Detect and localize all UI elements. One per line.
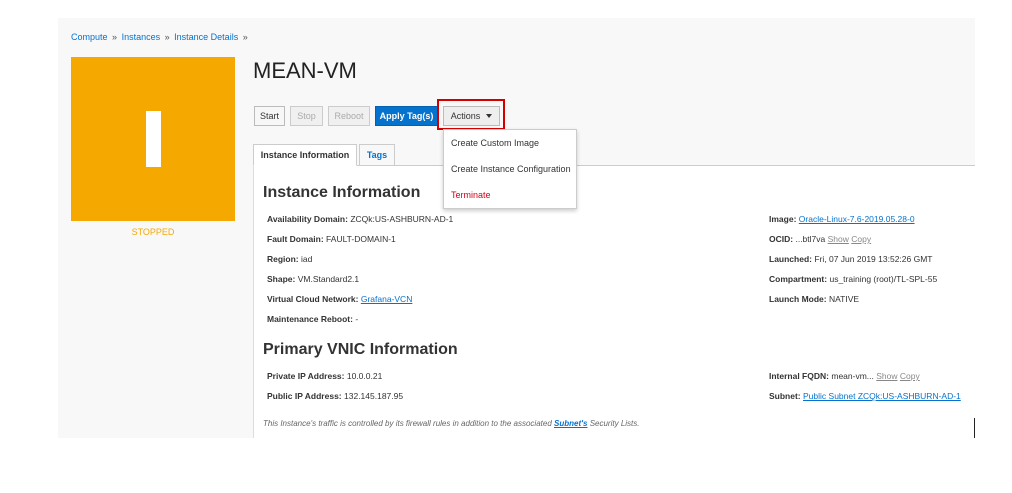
private-ip-row: Private IP Address: 10.0.0.21 (267, 371, 382, 381)
field-label: Virtual Cloud Network: (267, 294, 359, 304)
image-link[interactable]: Oracle-Linux-7.6-2019.05.28-0 (799, 214, 915, 224)
primary-vnic-heading: Primary VNIC Information (263, 341, 458, 358)
field-label: Internal FQDN: (769, 371, 829, 381)
field-label: Compartment: (769, 274, 828, 284)
image-row: Image: Oracle-Linux-7.6-2019.05.28-0 (769, 214, 915, 224)
field-value: ZCQk:US-ASHBURN-AD-1 (350, 214, 454, 224)
instance-status-tile (71, 57, 235, 221)
breadcrumb-compute[interactable]: Compute (71, 32, 108, 42)
highlight-box (437, 99, 505, 130)
shape-row: Shape: VM.Standard2.1 (267, 274, 359, 284)
field-label: Region: (267, 254, 299, 264)
ocid-show-link[interactable]: Show (828, 234, 849, 244)
field-label: Public IP Address: (267, 391, 342, 401)
breadcrumb-instance-details[interactable]: Instance Details (174, 32, 238, 42)
breadcrumb-separator: » (242, 32, 248, 42)
instance-status-label: STOPPED (131, 227, 175, 237)
breadcrumb: Compute » Instances » Instance Details » (71, 32, 250, 42)
field-value: iad (301, 254, 313, 264)
breadcrumb-instances[interactable]: Instances (122, 32, 161, 42)
field-value: us_training (root)/TL-SPL-55 (829, 274, 938, 284)
vcn-link[interactable]: Grafana-VCN (361, 294, 413, 304)
footnote-text-end: Security Lists. (587, 419, 640, 428)
breadcrumb-separator: » (164, 32, 170, 42)
menu-item-create-custom-image[interactable]: Create Custom Image (451, 138, 539, 148)
fqdn-show-link[interactable]: Show (876, 371, 897, 381)
launched-row: Launched: Fri, 07 Jun 2019 13:52:26 GMT (769, 254, 932, 264)
breadcrumb-separator: » (112, 32, 118, 42)
availability-domain-row: Availability Domain: ZCQk:US-ASHBURN-AD-… (267, 214, 453, 224)
apply-tags-button[interactable]: Apply Tag(s) (375, 106, 438, 126)
tab-tags[interactable]: Tags (359, 144, 395, 166)
field-label: Image: (769, 214, 797, 224)
field-label: Launched: (769, 254, 812, 264)
field-label: Maintenance Reboot: (267, 314, 353, 324)
field-value: ...btl7va (795, 234, 826, 244)
field-label: Private IP Address: (267, 371, 345, 381)
field-value: VM.Standard2.1 (297, 274, 360, 284)
field-label: OCID: (769, 234, 794, 244)
menu-item-create-instance-configuration[interactable]: Create Instance Configuration (451, 164, 571, 174)
start-button[interactable]: Start (254, 106, 285, 126)
subnet-row: Subnet: Public Subnet ZCQk:US-ASHBURN-AD… (769, 391, 961, 401)
field-label: Shape: (267, 274, 296, 284)
field-label: Availability Domain: (267, 214, 348, 224)
field-value: 10.0.0.21 (346, 371, 383, 381)
field-value: - (355, 314, 359, 324)
field-label: Fault Domain: (267, 234, 324, 244)
page-title: MEAN-VM (253, 58, 357, 83)
fault-domain-row: Fault Domain: FAULT-DOMAIN-1 (267, 234, 396, 244)
region-row: Region: iad (267, 254, 312, 264)
security-footnote: This Instance's traffic is controlled by… (263, 419, 639, 428)
subnet-security-link[interactable]: Subnet's (554, 419, 587, 428)
ocid-row: OCID: ...btl7va Show Copy (769, 234, 871, 244)
internal-fqdn-row: Internal FQDN: mean-vm... Show Copy (769, 371, 920, 381)
tab-instance-information[interactable]: Instance Information (253, 144, 357, 166)
field-value: 132.145.187.95 (344, 391, 404, 401)
fqdn-copy-link[interactable]: Copy (900, 371, 920, 381)
field-label: Subnet: (769, 391, 801, 401)
launch-mode-row: Launch Mode: NATIVE (769, 294, 859, 304)
field-value: Fri, 07 Jun 2019 13:52:26 GMT (814, 254, 933, 264)
instance-letter-icon (146, 111, 161, 167)
vcn-row: Virtual Cloud Network: Grafana-VCN (267, 294, 412, 304)
public-ip-row: Public IP Address: 132.145.187.95 (267, 391, 403, 401)
field-label: Launch Mode: (769, 294, 827, 304)
subnet-link[interactable]: Public Subnet ZCQk:US-ASHBURN-AD-1 (803, 391, 961, 401)
stop-button[interactable]: Stop (290, 106, 323, 126)
reboot-button[interactable]: Reboot (328, 106, 370, 126)
maintenance-reboot-row: Maintenance Reboot: - (267, 314, 358, 324)
text-cursor (974, 418, 975, 438)
ocid-copy-link[interactable]: Copy (851, 234, 871, 244)
field-value: mean-vm... (831, 371, 874, 381)
instance-information-heading: Instance Information (263, 184, 421, 201)
field-value: NATIVE (828, 294, 860, 304)
field-value: FAULT-DOMAIN-1 (326, 234, 396, 244)
footnote-text: This Instance's traffic is controlled by… (263, 419, 554, 428)
compartment-row: Compartment: us_training (root)/TL-SPL-5… (769, 274, 937, 284)
menu-item-terminate[interactable]: Terminate (451, 190, 491, 200)
actions-dropdown-menu: Create Custom Image Create Instance Conf… (443, 129, 577, 209)
